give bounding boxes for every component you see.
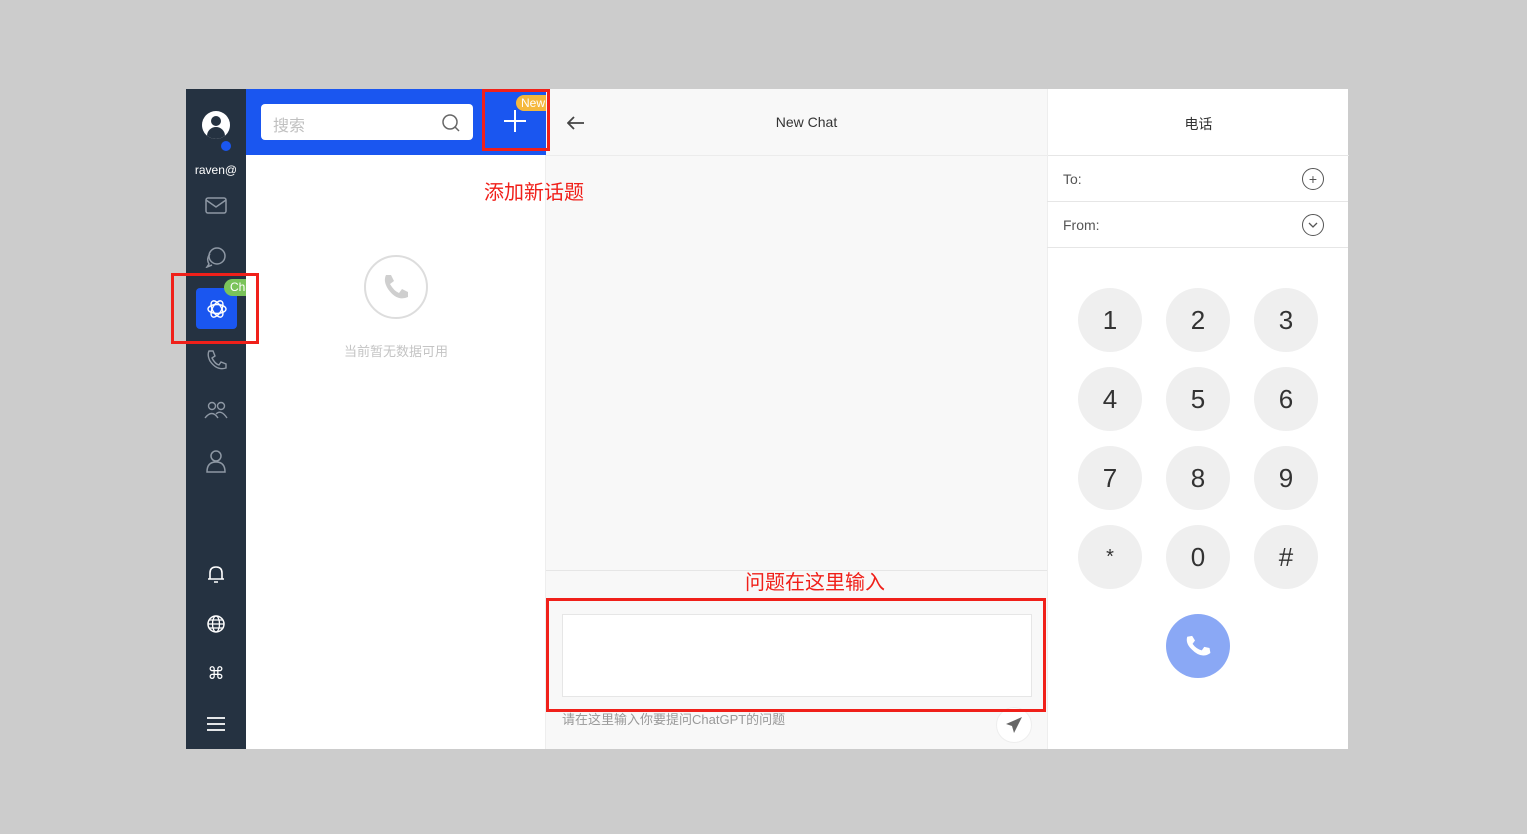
key-4[interactable]: 4 [1078, 367, 1142, 431]
send-button[interactable] [996, 707, 1032, 743]
key-1[interactable]: 1 [1078, 288, 1142, 352]
search-input[interactable]: 搜索 [261, 104, 473, 140]
key-5[interactable]: 5 [1166, 367, 1230, 431]
key-2[interactable]: 2 [1166, 288, 1230, 352]
key-*[interactable]: * [1078, 525, 1142, 589]
annotation-input-here: 问题在这里输入 [745, 572, 885, 594]
sidebar: raven@ ⌘ [186, 89, 246, 749]
to-label: To: [1063, 171, 1082, 187]
key-0[interactable]: 0 [1166, 525, 1230, 589]
to-field[interactable]: To: + [1047, 156, 1348, 202]
phone-call-icon [1186, 635, 1211, 656]
chevron-down-icon[interactable] [1302, 214, 1324, 236]
from-label: From: [1063, 217, 1100, 233]
send-icon [1006, 717, 1022, 733]
online-status-dot [221, 141, 231, 151]
empty-phone-icon [364, 255, 428, 319]
annotation-box-new-chat [482, 89, 550, 151]
chat-icon[interactable] [186, 242, 246, 272]
call-button[interactable] [1166, 614, 1230, 678]
avatar[interactable] [202, 111, 230, 139]
search-icon [442, 114, 460, 132]
annotation-box-input [546, 598, 1046, 712]
key-9[interactable]: 9 [1254, 446, 1318, 510]
mail-icon[interactable] [186, 191, 246, 221]
add-icon[interactable]: + [1302, 168, 1324, 190]
chat-header: New Chat [546, 89, 1047, 156]
key-6[interactable]: 6 [1254, 367, 1318, 431]
phone-icon[interactable] [186, 345, 246, 375]
username: raven@ [194, 163, 238, 177]
from-field[interactable]: From: [1047, 202, 1348, 248]
key-8[interactable]: 8 [1166, 446, 1230, 510]
search-placeholder: 搜索 [273, 118, 306, 135]
chat-title: New Chat [775, 114, 838, 130]
empty-state-text: 当前暂无数据可用 [343, 344, 448, 359]
user-icon[interactable] [186, 446, 246, 476]
key-7[interactable]: 7 [1078, 446, 1142, 510]
menu-icon[interactable] [186, 709, 246, 739]
dialer-title: 电话 [1184, 116, 1213, 132]
globe-icon[interactable] [186, 609, 246, 639]
key-3[interactable]: 3 [1254, 288, 1318, 352]
annotation-box-chatgpt [171, 273, 259, 344]
bell-icon[interactable] [186, 559, 246, 589]
contacts-icon[interactable] [186, 395, 246, 425]
command-icon[interactable]: ⌘ [186, 659, 246, 689]
annotation-add-topic: 添加新话题 [484, 182, 584, 204]
key-#[interactable]: # [1254, 525, 1318, 589]
